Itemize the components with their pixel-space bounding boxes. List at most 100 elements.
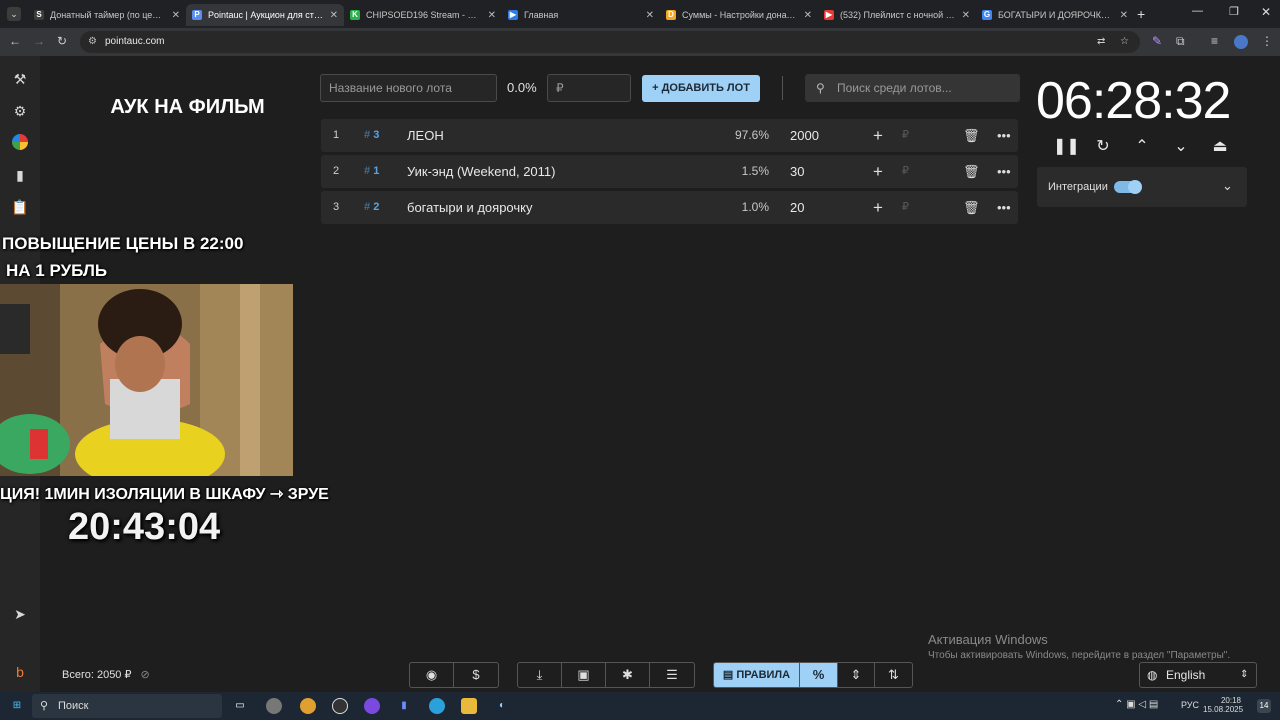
more-options-icon[interactable]: ••• bbox=[997, 119, 1011, 152]
rules-button[interactable]: ▤ ПРАВИЛА bbox=[714, 663, 800, 687]
rules-label: ПРАВИЛА bbox=[736, 669, 791, 681]
more-options-icon[interactable]: ••• bbox=[997, 191, 1011, 224]
lot-row[interactable]: 2 # 1 Уик-энд (Weekend, 2011) 1.5% 30 + ₽ 🗑 ••• bbox=[321, 155, 1018, 188]
browser-tab[interactable]: K CHIPSOED196 Stream - Watch ✕ bbox=[344, 4, 502, 26]
lot-search-input[interactable]: ⚲ Поиск среди лотов... bbox=[805, 74, 1020, 102]
lot-name[interactable]: ЛЕОН bbox=[407, 119, 444, 152]
chrome-icon[interactable] bbox=[300, 698, 316, 714]
forward-icon[interactable]: → bbox=[33, 34, 45, 48]
tray-icons[interactable]: ⌃ ▣ ◁ ▤ bbox=[1115, 699, 1158, 710]
browser-tab[interactable]: P Pointauc | Аукцион для стрим ✕ bbox=[186, 4, 344, 26]
new-lot-name-input[interactable]: Название нового лота bbox=[320, 74, 497, 102]
restore-icon[interactable]: ❐ bbox=[1229, 5, 1239, 18]
lot-name[interactable]: Уик-энд (Weekend, 2011) bbox=[407, 155, 555, 188]
browser-tab[interactable]: G БОГАТЫРИ И ДОЯРОЧКА - Пс ✕ bbox=[976, 4, 1134, 26]
tab-close-icon[interactable]: ✕ bbox=[488, 10, 496, 21]
sort-icon[interactable]: ⇅ bbox=[875, 663, 912, 687]
bug-icon[interactable]: ✱ bbox=[606, 663, 650, 687]
media-control-icon[interactable]: ≡ bbox=[1211, 34, 1218, 48]
lot-row[interactable]: 3 # 2 богатыри и доярочку 1.0% 20 + ₽ 🗑 ••• bbox=[321, 191, 1018, 224]
tab-close-icon[interactable]: ✕ bbox=[804, 10, 812, 21]
back-icon[interactable]: ← bbox=[9, 34, 21, 48]
windows-start-icon[interactable]: ⊞ bbox=[9, 698, 25, 714]
browser-menu-icon[interactable]: ⋮ bbox=[1261, 34, 1273, 48]
new-tab-button[interactable]: + bbox=[1137, 6, 1145, 22]
delete-lot-icon[interactable]: 🗑 bbox=[963, 191, 980, 224]
delete-lot-icon[interactable]: 🗑 bbox=[963, 155, 980, 188]
integrations-toggle[interactable] bbox=[1114, 180, 1142, 194]
lot-amount[interactable]: 20 bbox=[790, 191, 804, 224]
tab-close-icon[interactable]: ✕ bbox=[330, 10, 338, 21]
tab-close-icon[interactable]: ✕ bbox=[646, 10, 654, 21]
settings-gear-icon[interactable]: ⚙ bbox=[10, 101, 30, 121]
auction-gavel-icon[interactable]: ⚒ bbox=[10, 69, 30, 89]
lot-currency[interactable]: ₽ bbox=[902, 191, 909, 224]
site-info-icon[interactable]: ⚙ bbox=[88, 31, 97, 53]
subtract-time-icon[interactable]: ⌄ bbox=[1170, 137, 1192, 157]
taskbar-app-icon[interactable] bbox=[266, 698, 282, 714]
github-icon[interactable]: ◉ bbox=[410, 663, 454, 687]
add-amount-icon[interactable]: + bbox=[873, 155, 883, 188]
add-time-icon[interactable]: ⌃ bbox=[1131, 137, 1153, 157]
translate-icon[interactable]: ⇄ bbox=[1097, 31, 1105, 53]
tray-clock[interactable]: 20:18 15.08.2025 bbox=[1203, 696, 1243, 714]
minimize-icon[interactable]: — bbox=[1192, 5, 1203, 17]
lot-name[interactable]: богатыри и доярочку bbox=[407, 191, 533, 224]
telegram-taskbar-icon[interactable] bbox=[429, 698, 445, 714]
notification-badge[interactable]: 14 bbox=[1257, 699, 1271, 713]
hide-eye-icon[interactable]: ⊘ bbox=[141, 669, 150, 681]
close-window-icon[interactable]: ✕ bbox=[1261, 5, 1271, 19]
tab-close-icon[interactable]: ✕ bbox=[172, 10, 180, 21]
lot-currency[interactable]: ₽ bbox=[902, 155, 909, 188]
stats-app-icon[interactable]: ▮ bbox=[396, 698, 412, 714]
stats-chart-icon[interactable]: ▮ bbox=[10, 165, 30, 185]
steam-icon[interactable]: ◐ bbox=[494, 698, 510, 714]
browser-tab[interactable]: ▶ Главная ✕ bbox=[502, 4, 660, 26]
clear-list-icon[interactable]: ☰ bbox=[650, 663, 694, 687]
lot-amount[interactable]: 2000 bbox=[790, 119, 819, 152]
wheel-icon[interactable] bbox=[10, 134, 30, 154]
tab-close-icon[interactable]: ✕ bbox=[962, 10, 970, 21]
browser-tab[interactable]: ▶ (532) Плейлист с ночной атм ✕ bbox=[818, 4, 976, 26]
new-lot-amount-input[interactable]: ₽ bbox=[547, 74, 631, 102]
stream-countdown: 20:43:04 bbox=[68, 506, 221, 548]
add-amount-icon[interactable]: + bbox=[873, 119, 883, 152]
obs-icon[interactable] bbox=[332, 698, 348, 714]
language-select[interactable]: ◍ English ⇕ bbox=[1139, 662, 1257, 688]
lot-amount[interactable]: 30 bbox=[790, 155, 804, 188]
task-view-icon[interactable]: ▭ bbox=[232, 698, 248, 714]
browser-tab[interactable]: S Донатный таймер (по центру ✕ bbox=[28, 4, 186, 26]
compact-view-icon[interactable]: ⇕ bbox=[838, 663, 875, 687]
pause-icon[interactable]: ❚❚ bbox=[1053, 137, 1080, 157]
download-icon[interactable]: ⤓ bbox=[518, 663, 562, 687]
clipboard-icon[interactable]: 📋 bbox=[10, 197, 30, 217]
more-options-icon[interactable]: ••• bbox=[997, 155, 1011, 188]
save-icon[interactable]: ▣ bbox=[562, 663, 606, 687]
reload-icon[interactable]: ↻ bbox=[57, 34, 67, 48]
lot-currency[interactable]: ₽ bbox=[902, 119, 909, 152]
profile-avatar[interactable] bbox=[1234, 35, 1248, 49]
extension-pen-icon[interactable]: ✎ bbox=[1152, 34, 1162, 48]
file-explorer-icon[interactable] bbox=[461, 698, 477, 714]
tray-language[interactable]: РУС bbox=[1181, 700, 1199, 710]
donate-dollar-icon[interactable]: $ bbox=[454, 663, 498, 687]
tab-search-menu-icon[interactable]: ⌄ bbox=[7, 7, 21, 21]
reset-timer-icon[interactable]: ↻ bbox=[1092, 137, 1114, 157]
integrations-panel[interactable]: Интеграции ⌄ bbox=[1037, 167, 1247, 207]
delete-lot-icon[interactable]: 🗑 bbox=[963, 119, 980, 152]
tab-close-icon[interactable]: ✕ bbox=[1120, 10, 1128, 21]
address-bar[interactable]: ⚙ pointauc.com ⇄ ☆ bbox=[80, 31, 1140, 53]
telegram-icon[interactable]: ➤ bbox=[10, 604, 30, 624]
extensions-puzzle-icon[interactable]: ⧉ bbox=[1176, 34, 1185, 48]
taskbar-search[interactable]: ⚲ Поиск bbox=[32, 694, 222, 718]
add-amount-icon[interactable]: + bbox=[873, 191, 883, 224]
add-lot-button[interactable]: + ДОБАВИТЬ ЛОТ bbox=[642, 75, 760, 102]
app-purple-icon[interactable] bbox=[364, 698, 380, 714]
chevron-down-icon[interactable]: ⌄ bbox=[1222, 178, 1233, 194]
lot-row[interactable]: 1 # 3 ЛЕОН 97.6% 2000 + ₽ 🗑 ••• bbox=[321, 119, 1018, 152]
boosty-icon[interactable]: b bbox=[10, 662, 30, 682]
double-time-icon[interactable]: ⏏ bbox=[1209, 137, 1231, 157]
percent-toggle[interactable]: % bbox=[800, 663, 838, 687]
bookmark-star-icon[interactable]: ☆ bbox=[1120, 31, 1129, 53]
browser-tab[interactable]: D Суммы - Настройки донатов ✕ bbox=[660, 4, 818, 26]
